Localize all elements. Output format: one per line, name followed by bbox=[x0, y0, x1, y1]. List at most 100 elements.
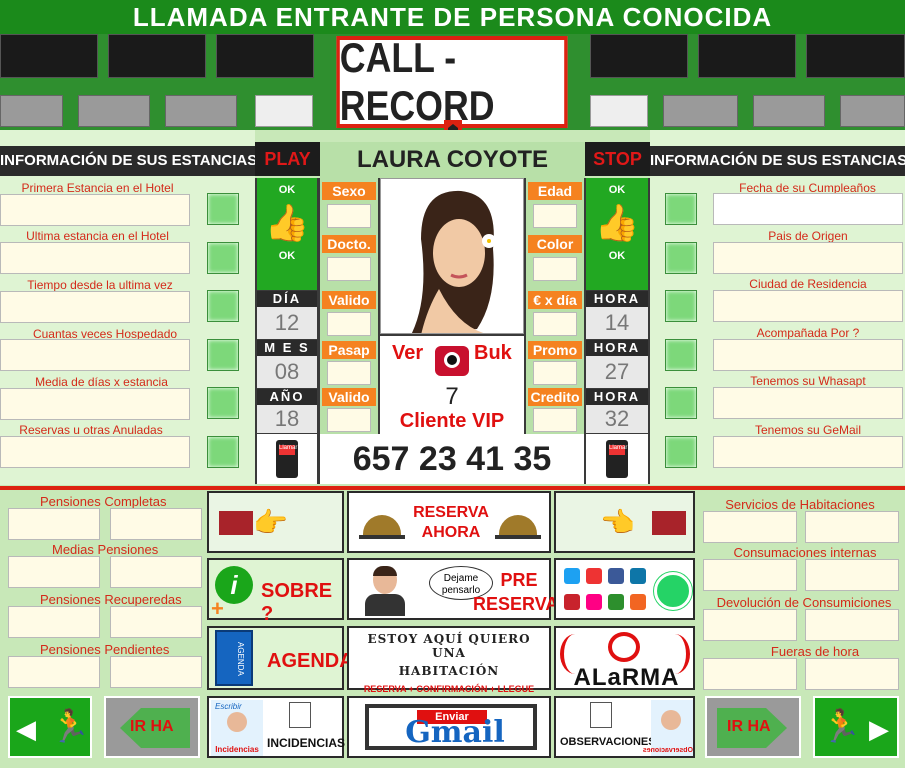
pinterest-icon[interactable] bbox=[564, 594, 580, 610]
right-check-button[interactable] bbox=[665, 436, 697, 468]
top-button[interactable] bbox=[840, 95, 905, 127]
ir-ha-left-button[interactable]: IR HA bbox=[104, 696, 200, 758]
top-button[interactable] bbox=[165, 95, 237, 127]
thinking-man-icon bbox=[361, 566, 409, 616]
pre-reserva-button[interactable]: Dejame pensarlo PRE RESERVA bbox=[347, 558, 558, 620]
share-icon[interactable] bbox=[608, 594, 624, 610]
agenda-tab-label: AGENDA bbox=[236, 642, 245, 676]
right-field[interactable] bbox=[713, 436, 903, 468]
valido-field[interactable] bbox=[327, 312, 371, 336]
bottom-right-field[interactable] bbox=[805, 658, 899, 690]
bottom-right-field[interactable] bbox=[703, 511, 797, 543]
ok-panel-left[interactable]: OK 👍 OK bbox=[257, 178, 317, 290]
ok-panel-right[interactable]: OK 👍 OK bbox=[586, 178, 648, 290]
estoy-aqui-button[interactable]: ESTOY AQUÍ QUIERO UNA HABITACIÓN RESERVA… bbox=[347, 626, 551, 694]
eur-dia-field[interactable] bbox=[533, 312, 577, 336]
flickr-icon[interactable] bbox=[586, 594, 602, 610]
left-field[interactable] bbox=[0, 194, 190, 226]
bottom-left-field[interactable] bbox=[110, 606, 202, 638]
left-field[interactable] bbox=[0, 339, 190, 371]
top-button[interactable] bbox=[255, 95, 313, 127]
exit-left-button[interactable]: ◀ 🏃 bbox=[8, 696, 92, 758]
phone-call-right-button[interactable]: Llamar bbox=[586, 434, 648, 484]
left-check-button[interactable] bbox=[207, 436, 239, 468]
ir-ha-right-button[interactable]: IR HA bbox=[705, 696, 801, 758]
play-button[interactable]: PLAY bbox=[255, 142, 320, 176]
agenda-label: AGENDA bbox=[267, 650, 354, 672]
valido-field[interactable] bbox=[327, 408, 371, 432]
right-check-button[interactable] bbox=[665, 387, 697, 419]
top-button[interactable] bbox=[0, 95, 63, 127]
promo-field[interactable] bbox=[533, 361, 577, 385]
docto-field[interactable] bbox=[327, 257, 371, 281]
credito-field[interactable] bbox=[533, 408, 577, 432]
bottom-left-field[interactable] bbox=[110, 556, 202, 588]
contact-name: LAURA COYOTE bbox=[320, 142, 585, 178]
ver-buk-button[interactable]: Ver Buk bbox=[380, 336, 524, 384]
right-check-button[interactable] bbox=[665, 242, 697, 274]
facebook-icon[interactable] bbox=[608, 568, 624, 584]
top-button[interactable] bbox=[78, 95, 150, 127]
bottom-right-field[interactable] bbox=[805, 559, 899, 591]
reserva-ahora-button[interactable]: RESERVA AHORA bbox=[347, 491, 551, 553]
bottom-right-field[interactable] bbox=[805, 609, 899, 641]
pre-label: PRE bbox=[500, 570, 538, 590]
top-button[interactable] bbox=[590, 95, 648, 127]
right-field[interactable] bbox=[713, 290, 903, 322]
bottom-left-field[interactable] bbox=[8, 656, 100, 688]
bottom-left-field[interactable] bbox=[110, 508, 202, 540]
left-label: Reservas u otras Anuladas bbox=[19, 423, 163, 437]
left-field[interactable] bbox=[0, 242, 190, 274]
exit-right-button[interactable]: 🏃 ▶ bbox=[813, 696, 899, 758]
running-man-icon: 🏃 bbox=[821, 708, 861, 744]
pasap-field[interactable] bbox=[327, 361, 371, 385]
top-button[interactable] bbox=[753, 95, 825, 127]
enviar-gmail-button[interactable]: Enviar Gmail bbox=[347, 696, 551, 758]
right-field[interactable] bbox=[713, 339, 903, 371]
bottom-right-field[interactable] bbox=[805, 511, 899, 543]
eur-dia-label: € x día bbox=[528, 291, 582, 309]
left-check-button[interactable] bbox=[207, 290, 239, 322]
right-check-button[interactable] bbox=[665, 290, 697, 322]
youtube-icon[interactable] bbox=[586, 568, 602, 584]
linkedin-icon[interactable] bbox=[630, 568, 646, 584]
left-check-button[interactable] bbox=[207, 339, 239, 371]
phone-icon-label: Llamar bbox=[279, 445, 297, 455]
phone-call-left-button[interactable]: Llamar bbox=[257, 434, 317, 484]
edad-field[interactable] bbox=[533, 204, 577, 228]
bottom-left-field[interactable] bbox=[8, 606, 100, 638]
bottom-right-field[interactable] bbox=[703, 658, 797, 690]
twitter-icon[interactable] bbox=[564, 568, 580, 584]
sexo-field[interactable] bbox=[327, 204, 371, 228]
top-button[interactable] bbox=[663, 95, 738, 127]
agenda-button[interactable]: AGENDA AGENDA bbox=[207, 626, 354, 690]
rss-icon[interactable] bbox=[630, 594, 646, 610]
left-check-button[interactable] bbox=[207, 193, 239, 225]
left-field[interactable] bbox=[0, 436, 190, 468]
right-check-button[interactable] bbox=[665, 193, 697, 225]
bottom-left-field[interactable] bbox=[8, 556, 100, 588]
point-right-button[interactable]: 👉 bbox=[207, 491, 344, 553]
hora-label: HORA bbox=[586, 291, 648, 307]
right-check-button[interactable] bbox=[665, 339, 697, 371]
observaciones-button[interactable]: OBSERVACIONES Observaciones bbox=[554, 696, 695, 758]
bottom-left-field[interactable] bbox=[8, 508, 100, 540]
alarma-button[interactable]: ALaRMA bbox=[554, 626, 695, 691]
bottom-right-field[interactable] bbox=[703, 559, 797, 591]
bottom-right-field[interactable] bbox=[703, 609, 797, 641]
ahora-label: AHORA bbox=[421, 524, 481, 541]
right-field[interactable] bbox=[713, 387, 903, 419]
left-check-button[interactable] bbox=[207, 242, 239, 274]
incidencias-button[interactable]: Escribir Incidencias INCIDENCIAS bbox=[207, 696, 345, 758]
right-field[interactable] bbox=[713, 193, 903, 225]
stop-button[interactable]: STOP bbox=[585, 142, 650, 176]
left-check-button[interactable] bbox=[207, 387, 239, 419]
bottom-left-field[interactable] bbox=[110, 656, 202, 688]
point-left-button[interactable]: 👈 bbox=[554, 491, 695, 553]
color-field[interactable] bbox=[533, 257, 577, 281]
whatsapp-icon[interactable] bbox=[654, 572, 692, 610]
sobre-button[interactable]: i + SOBRE ? bbox=[207, 558, 344, 625]
left-field[interactable] bbox=[0, 291, 190, 323]
right-field[interactable] bbox=[713, 242, 903, 274]
left-field[interactable] bbox=[0, 388, 190, 420]
